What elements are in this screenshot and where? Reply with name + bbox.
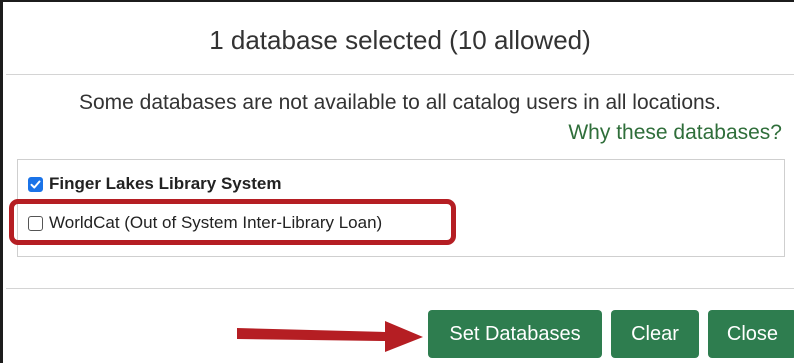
checkmark-icon: [30, 180, 41, 188]
arrow-right-icon: [237, 321, 423, 352]
close-button[interactable]: Close: [708, 310, 794, 358]
why-these-databases-link[interactable]: Why these databases?: [568, 120, 782, 146]
database-item-finger-lakes[interactable]: Finger Lakes Library System: [28, 172, 281, 196]
checkbox-checked[interactable]: [28, 176, 43, 192]
set-databases-button[interactable]: Set Databases: [428, 310, 602, 358]
divider: [6, 74, 794, 75]
clear-button[interactable]: Clear: [611, 310, 699, 358]
database-dialog: 1 database selected (10 allowed) Some da…: [0, 0, 794, 363]
highlight-box: [9, 199, 456, 245]
database-label: Finger Lakes Library System: [49, 174, 282, 193]
divider: [6, 288, 794, 289]
dialog-title: 1 database selected (10 allowed): [209, 25, 591, 55]
availability-notice: Some databases are not available to all …: [78, 91, 722, 114]
